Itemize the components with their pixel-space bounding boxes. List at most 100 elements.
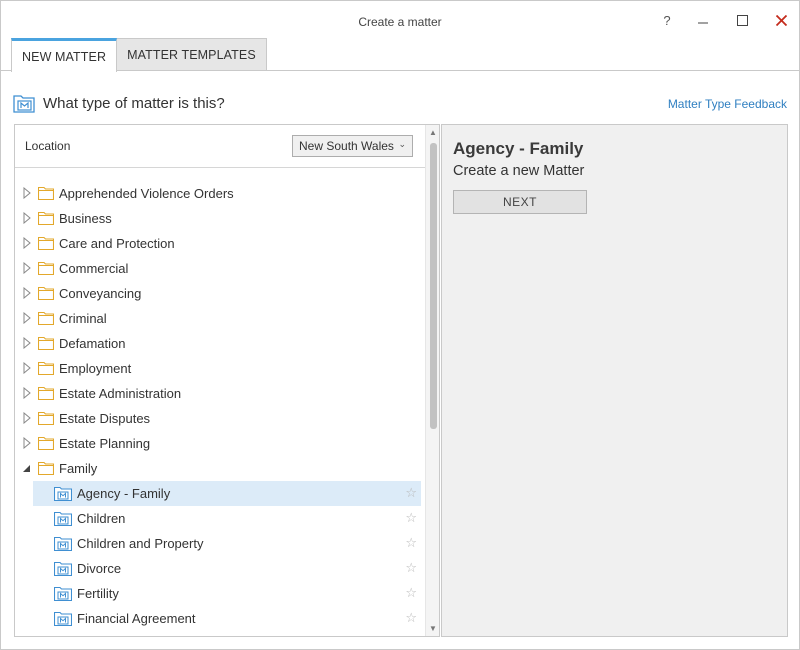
tree-folder[interactable]: Commercial — [15, 256, 425, 281]
tree-folder[interactable]: Family — [15, 456, 425, 481]
folder-icon — [37, 336, 55, 353]
location-row: Location New South Wales ⌄ — [15, 125, 425, 168]
close-button[interactable] — [767, 9, 795, 31]
location-label: Location — [25, 139, 71, 153]
favorite-star-icon[interactable]: ☆ — [405, 610, 417, 626]
location-value: New South Wales — [299, 139, 394, 153]
tree-folder-label: Estate Administration — [59, 386, 182, 401]
tree-matter-label: Financial Agreement — [77, 611, 196, 626]
location-select[interactable]: New South Wales ⌄ — [292, 135, 413, 157]
tree-folder[interactable]: Care and Protection — [15, 231, 425, 256]
tree-matter-item[interactable]: Children ☆ — [33, 506, 421, 531]
tree-matter-item[interactable]: Agency - Family ☆ — [33, 481, 421, 506]
favorite-star-icon[interactable]: ☆ — [405, 485, 417, 501]
tree-folder[interactable]: Estate Planning — [15, 431, 425, 456]
favorite-star-icon[interactable]: ☆ — [405, 510, 417, 526]
tab-new-matter[interactable]: NEW MATTER — [11, 38, 118, 72]
tree-folder[interactable]: Estate Administration — [15, 381, 425, 406]
tree-matter-label: Children and Property — [77, 536, 204, 551]
tree-folder[interactable]: Employment — [15, 356, 425, 381]
tree-folder[interactable]: Business — [15, 206, 425, 231]
favorite-star-icon[interactable]: ☆ — [405, 535, 417, 551]
expand-arrow-icon[interactable] — [22, 236, 32, 250]
close-icon — [775, 14, 787, 26]
tree-matter-label: Children — [77, 511, 126, 526]
folder-icon — [37, 461, 55, 478]
tree-matter-item[interactable]: Financial Agreement ☆ — [33, 606, 421, 631]
matter-icon — [53, 536, 73, 554]
matter-icon — [53, 561, 73, 579]
tree-matter-label: Agency - Family — [77, 486, 171, 501]
title-bar: Create a matter ? — [1, 1, 799, 37]
scroll-up-icon[interactable]: ▲ — [429, 128, 437, 137]
tree-matter-item[interactable]: Fertility ☆ — [33, 581, 421, 606]
scroll-down-icon[interactable]: ▼ — [429, 624, 437, 633]
folder-icon — [37, 311, 55, 328]
tab-matter-templates[interactable]: MATTER TEMPLATES — [117, 38, 267, 71]
maximize-icon — [736, 14, 748, 26]
tree-folder-label: Conveyancing — [59, 286, 142, 301]
expand-arrow-icon[interactable] — [22, 386, 32, 400]
minimize-icon — [698, 22, 708, 24]
chevron-down-icon: ⌄ — [398, 139, 406, 149]
matter-icon — [53, 586, 73, 604]
matter-icon — [13, 95, 35, 113]
matter-icon — [53, 511, 73, 529]
expand-arrow-icon[interactable] — [22, 286, 32, 300]
tree-folder[interactable]: Defamation — [15, 331, 425, 356]
tree-matter-item[interactable]: Children and Property ☆ — [33, 531, 421, 556]
folder-icon — [37, 361, 55, 378]
selected-matter-subtitle: Create a new Matter — [453, 163, 585, 179]
tree-folder-label: Estate Planning — [59, 436, 151, 451]
folder-icon — [37, 286, 55, 303]
tree-folder-label: Family — [59, 461, 98, 476]
tab-divider — [1, 70, 799, 71]
expand-arrow-icon[interactable] — [22, 361, 32, 375]
tree-folder[interactable]: Criminal — [15, 306, 425, 331]
expand-arrow-icon[interactable] — [22, 336, 32, 350]
matter-type-tree: Apprehended Violence Orders Business Care … — [15, 181, 425, 631]
expand-arrow-icon[interactable] — [22, 186, 32, 200]
collapse-arrow-icon[interactable] — [22, 462, 32, 474]
tree-folder[interactable]: Apprehended Violence Orders — [15, 181, 425, 206]
help-button[interactable]: ? — [653, 9, 681, 31]
tree-matter-label: Divorce — [77, 561, 122, 576]
expand-arrow-icon[interactable] — [22, 411, 32, 425]
tree-matter-label: Fertility — [77, 586, 119, 601]
tree-folder-label: Defamation — [59, 336, 126, 351]
matter-icon — [53, 611, 73, 629]
maximize-button[interactable] — [728, 9, 756, 31]
matter-detail-panel: Agency - Family Create a new Matter NEXT — [441, 124, 788, 637]
folder-icon — [37, 411, 55, 428]
tree-folder[interactable]: Estate Disputes — [15, 406, 425, 431]
tree-folder-label: Estate Disputes — [59, 411, 151, 426]
create-matter-window: Create a matter ? NEW MATTER MATTER TEMP… — [0, 0, 800, 650]
expand-arrow-icon[interactable] — [22, 436, 32, 450]
folder-icon — [37, 386, 55, 403]
selected-matter-title: Agency - Family — [453, 139, 584, 158]
tree-matter-item[interactable]: Divorce ☆ — [33, 556, 421, 581]
favorite-star-icon[interactable]: ☆ — [405, 560, 417, 576]
matter-type-panel: Location New South Wales ⌄ Apprehended V… — [14, 124, 440, 637]
favorite-star-icon[interactable]: ☆ — [405, 585, 417, 601]
tree-folder-label: Business — [59, 211, 112, 226]
folder-icon — [37, 236, 55, 253]
folder-icon — [37, 186, 55, 203]
heading-text: What type of matter is this? — [43, 94, 225, 112]
tree-folder-label: Care and Protection — [59, 236, 175, 251]
folder-icon — [37, 261, 55, 278]
matter-icon — [53, 486, 73, 504]
expand-arrow-icon[interactable] — [22, 261, 32, 275]
expand-arrow-icon[interactable] — [22, 311, 32, 325]
matter-type-feedback-link[interactable]: Matter Type Feedback — [668, 97, 787, 111]
minimize-button[interactable] — [689, 9, 717, 31]
scrollbar-thumb[interactable] — [430, 143, 437, 429]
tree-scrollbar[interactable]: ▲ ▼ — [425, 125, 439, 636]
expand-arrow-icon[interactable] — [22, 211, 32, 225]
tree-folder[interactable]: Conveyancing — [15, 281, 425, 306]
folder-icon — [37, 436, 55, 453]
next-button[interactable]: NEXT — [453, 190, 587, 214]
matter-type-heading: What type of matter is this? — [13, 93, 225, 113]
tree-folder-label: Commercial — [59, 261, 129, 276]
tree-folder-label: Apprehended Violence Orders — [59, 186, 234, 201]
